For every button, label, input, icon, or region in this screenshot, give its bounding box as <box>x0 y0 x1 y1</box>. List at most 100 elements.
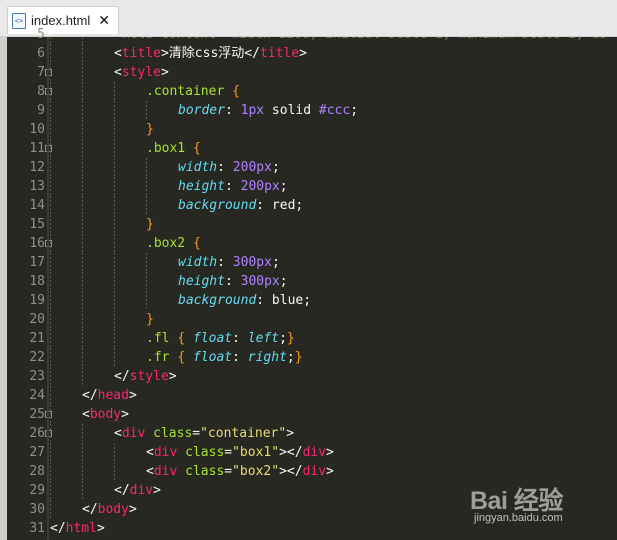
code-line[interactable]: </head> <box>82 386 137 405</box>
indent-guide <box>82 101 83 120</box>
indent-guide <box>82 44 83 63</box>
code-line[interactable]: </html> <box>50 519 105 538</box>
code-line[interactable]: } <box>146 120 154 139</box>
code-line[interactable]: width: 200px; <box>178 158 280 177</box>
code-line[interactable]: .box2 { <box>146 234 201 253</box>
indent-guide <box>50 386 51 405</box>
code-line[interactable]: .box1 { <box>146 139 201 158</box>
code-line[interactable]: background: blue; <box>178 291 311 310</box>
code-line[interactable]: background: red; <box>178 196 303 215</box>
indent-guide <box>82 481 83 500</box>
line-number: 15 <box>29 217 45 232</box>
code-token: ></ <box>279 464 303 479</box>
code-token: : <box>217 255 233 270</box>
line-number: 24 <box>29 388 45 403</box>
code-line[interactable]: <div class="box2"></div> <box>146 462 334 481</box>
line-number: 5 <box>37 27 45 42</box>
code-token: ></ <box>279 445 303 460</box>
indent-guide <box>114 196 115 215</box>
code-area[interactable]: <meta content="width=1200, initial-scale… <box>49 37 617 540</box>
code-token: > <box>299 46 307 61</box>
indent-guide <box>50 215 51 234</box>
code-token: head <box>97 388 129 403</box>
indent-guide <box>146 253 147 272</box>
left-panel-edge <box>0 37 7 540</box>
code-token: > <box>286 426 295 441</box>
code-token: } <box>294 350 303 365</box>
close-tab-icon[interactable]: ✕ <box>98 12 110 29</box>
line-number: 7 <box>37 65 45 80</box>
indent-guide <box>82 177 83 196</box>
code-token: 300px <box>232 255 272 270</box>
code-token: "container" <box>200 426 287 441</box>
code-line[interactable]: <title>清除css浮动</title> <box>114 44 307 63</box>
code-token: style <box>129 369 169 384</box>
indent-guide <box>114 215 115 234</box>
indent-guide <box>114 348 115 367</box>
code-token: ; <box>279 274 288 289</box>
code-token: solid <box>264 103 319 118</box>
code-token: } <box>146 217 154 232</box>
code-token: { <box>177 331 186 346</box>
indent-guide <box>50 158 51 177</box>
line-number: 18 <box>29 274 45 289</box>
code-line[interactable]: .fr { float: right;} <box>146 348 303 367</box>
code-line[interactable]: </body> <box>82 500 137 519</box>
indent-guide <box>82 272 83 291</box>
code-token: div <box>153 464 178 479</box>
indent-guide <box>146 158 147 177</box>
code-token: > <box>160 65 169 80</box>
code-token: class <box>185 464 225 479</box>
indent-guide <box>82 158 83 177</box>
indent-guide <box>50 291 51 310</box>
indent-guide <box>50 272 51 291</box>
code-line[interactable]: width: 300px; <box>178 253 280 272</box>
code-token: .box2 <box>146 236 186 251</box>
code-token: body <box>97 502 129 517</box>
indent-guide <box>50 310 51 329</box>
code-line[interactable]: height: 200px; <box>178 177 288 196</box>
code-line[interactable]: <body> <box>82 405 129 424</box>
code-line[interactable]: } <box>146 310 154 329</box>
code-line[interactable]: } <box>146 215 154 234</box>
indent-guide <box>50 196 51 215</box>
indent-guide <box>50 424 51 443</box>
line-number: 23 <box>29 369 45 384</box>
code-line[interactable]: height: 300px; <box>178 272 288 291</box>
indent-guide <box>50 348 51 367</box>
code-line[interactable]: <style> <box>114 63 169 82</box>
indent-guide <box>146 272 147 291</box>
code-token: { <box>232 84 240 99</box>
line-number: 10 <box>29 122 45 137</box>
code-line[interactable]: </div> <box>114 481 161 500</box>
code-line[interactable]: border: 1px solid #ccc; <box>178 101 358 120</box>
code-line[interactable]: <div class="box1"></div> <box>146 443 334 462</box>
code-line[interactable]: </style> <box>114 367 177 386</box>
line-number: 11 <box>29 141 45 156</box>
indent-guide <box>114 329 115 348</box>
line-number: 13 <box>29 179 45 194</box>
code-line[interactable]: .container { <box>146 82 240 101</box>
code-token: title <box>259 46 300 61</box>
line-number: 16 <box>29 236 45 251</box>
indent-guide <box>50 443 51 462</box>
code-token: > <box>168 369 177 384</box>
code-token: width <box>178 160 218 175</box>
code-token: : <box>232 350 248 365</box>
code-line[interactable]: <div class="container"> <box>114 424 294 443</box>
code-token: height <box>178 274 225 289</box>
code-line[interactable]: .fl { float: left;} <box>146 329 295 348</box>
indent-guide <box>82 348 83 367</box>
line-number-gutter: 5 6 7 8 9 10 11 12 13 14 15 16 17 18 19 20 21 22 23 24 25 26 2… <box>7 27 52 540</box>
code-token: div <box>302 464 327 479</box>
code-token: #ccc <box>318 103 351 118</box>
tab-bar: <> index.html ✕ <box>0 0 617 37</box>
code-token: : red; <box>256 198 304 213</box>
indent-guide <box>146 177 147 196</box>
line-number: 27 <box>29 445 45 460</box>
line-number: 19 <box>29 293 45 308</box>
code-token: .container <box>146 84 225 99</box>
code-line[interactable]: <meta content="width=1200, initial-scale… <box>114 37 607 44</box>
